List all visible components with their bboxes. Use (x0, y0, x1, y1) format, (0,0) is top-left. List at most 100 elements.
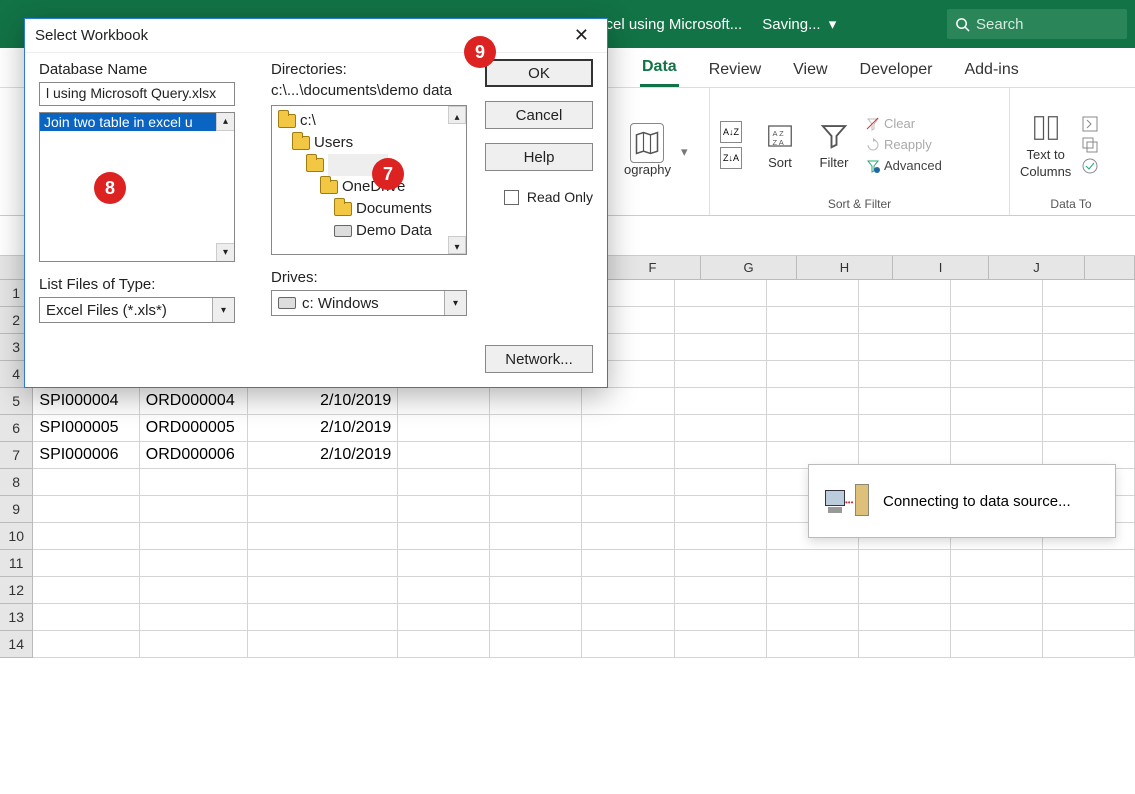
cell[interactable] (398, 577, 490, 604)
scroll-down-icon[interactable]: ▾ (448, 236, 466, 254)
cell[interactable] (140, 604, 248, 631)
cell[interactable] (859, 307, 951, 334)
cell[interactable] (248, 523, 398, 550)
database-name-input[interactable]: l using Microsoft Query.xlsx (39, 82, 235, 106)
cell[interactable] (675, 523, 767, 550)
cell[interactable] (767, 388, 859, 415)
cell[interactable] (1043, 388, 1135, 415)
dir-blurred[interactable]: x (278, 154, 460, 176)
cell[interactable] (859, 415, 951, 442)
dir-demodata[interactable]: Demo Data (278, 220, 460, 242)
drives-combo[interactable]: c: Windows ▾ (271, 290, 467, 316)
cell[interactable] (767, 307, 859, 334)
remove-dup-icon[interactable] (1081, 136, 1099, 154)
search-input[interactable]: Search (947, 9, 1127, 39)
clear-filter-button[interactable]: Clear (866, 114, 942, 133)
cell[interactable] (582, 577, 674, 604)
cell[interactable] (1043, 631, 1135, 658)
cell[interactable] (490, 523, 582, 550)
cell[interactable] (140, 523, 248, 550)
cell[interactable] (767, 631, 859, 658)
cell[interactable] (1043, 577, 1135, 604)
file-list-selected[interactable]: Join two table in excel u (40, 113, 234, 131)
cell[interactable] (140, 469, 248, 496)
tab-data[interactable]: Data (640, 50, 679, 87)
cell[interactable] (490, 469, 582, 496)
dir-users[interactable]: Users (278, 132, 460, 154)
text-to-columns-button[interactable]: Text to Columns (1020, 111, 1071, 179)
cell[interactable] (398, 442, 490, 469)
sort-desc-button[interactable]: Z↓A (720, 147, 742, 169)
col-header-I[interactable]: I (893, 256, 989, 279)
col-header-J[interactable]: J (989, 256, 1085, 279)
scroll-up-icon[interactable]: ▴ (448, 106, 466, 124)
cell[interactable]: 2/10/2019 (248, 415, 398, 442)
cell[interactable] (398, 550, 490, 577)
cell[interactable] (675, 280, 767, 307)
cell[interactable] (951, 307, 1043, 334)
cell[interactable]: 2/10/2019 (248, 442, 398, 469)
chevron-down-icon[interactable]: ▾ (681, 144, 688, 160)
cell[interactable] (951, 577, 1043, 604)
cell[interactable]: SPI000005 (33, 415, 139, 442)
cell[interactable] (140, 631, 248, 658)
row-header[interactable]: 11 (0, 550, 33, 577)
cell[interactable] (490, 415, 582, 442)
row-header[interactable]: 13 (0, 604, 33, 631)
directory-tree[interactable]: c:\ Users x OneDrive Documents Demo Data… (271, 105, 467, 255)
cell[interactable]: SPI000006 (33, 442, 139, 469)
reapply-button[interactable]: Reapply (866, 135, 942, 154)
cell[interactable] (859, 631, 951, 658)
cell[interactable] (675, 469, 767, 496)
tab-view[interactable]: View (791, 53, 829, 87)
cell[interactable] (140, 577, 248, 604)
tab-review[interactable]: Review (707, 53, 763, 87)
cell[interactable]: ORD000005 (140, 415, 248, 442)
row-header[interactable]: 6 (0, 415, 33, 442)
cell[interactable] (490, 442, 582, 469)
cell[interactable] (675, 442, 767, 469)
cell[interactable] (767, 415, 859, 442)
cell[interactable] (951, 415, 1043, 442)
cell[interactable] (859, 388, 951, 415)
cell[interactable] (859, 361, 951, 388)
cell[interactable] (675, 307, 767, 334)
cell[interactable] (1043, 361, 1135, 388)
cell[interactable] (859, 280, 951, 307)
cell[interactable] (859, 334, 951, 361)
cell[interactable] (248, 577, 398, 604)
cell[interactable] (33, 496, 139, 523)
cell[interactable] (140, 496, 248, 523)
help-button[interactable]: Help (485, 143, 593, 171)
chevron-down-icon[interactable]: ▾ (212, 298, 234, 322)
cell[interactable] (951, 280, 1043, 307)
cell[interactable] (248, 631, 398, 658)
tab-addins[interactable]: Add-ins (962, 53, 1020, 87)
cell[interactable] (398, 631, 490, 658)
cell[interactable] (951, 361, 1043, 388)
cell[interactable] (398, 388, 490, 415)
cell[interactable] (1043, 415, 1135, 442)
cell[interactable]: 2/10/2019 (248, 388, 398, 415)
cell[interactable] (398, 469, 490, 496)
cell[interactable] (767, 334, 859, 361)
col-header-H[interactable]: H (797, 256, 893, 279)
ok-button[interactable]: OK (485, 59, 593, 87)
cell[interactable] (33, 550, 139, 577)
cell[interactable] (582, 631, 674, 658)
cell[interactable] (675, 388, 767, 415)
cell[interactable] (859, 550, 951, 577)
dir-documents[interactable]: Documents (278, 198, 460, 220)
row-header[interactable]: 12 (0, 577, 33, 604)
sort-asc-button[interactable]: A↓Z (720, 121, 742, 143)
geography-button[interactable]: ography (624, 126, 671, 177)
cell[interactable] (490, 550, 582, 577)
cell[interactable] (248, 604, 398, 631)
col-header-G[interactable]: G (701, 256, 797, 279)
cell[interactable] (398, 496, 490, 523)
cell[interactable] (398, 415, 490, 442)
cell[interactable] (1043, 334, 1135, 361)
cancel-button[interactable]: Cancel (485, 101, 593, 129)
list-files-type-combo[interactable]: Excel Files (*.xls*) ▾ (39, 297, 235, 323)
cell[interactable] (582, 496, 674, 523)
